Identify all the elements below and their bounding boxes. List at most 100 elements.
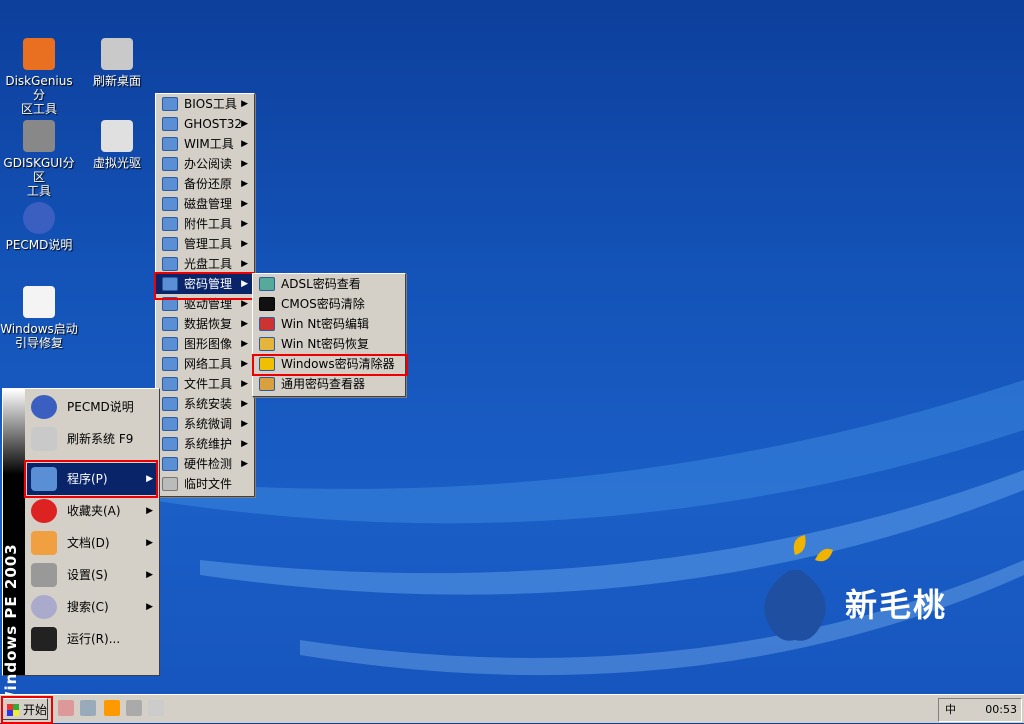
start-item-pecmd[interactable]: PECMD说明 bbox=[27, 391, 157, 423]
quicklaunch-icon-1[interactable] bbox=[58, 700, 74, 716]
arrow-right-icon: ▶ bbox=[146, 538, 153, 548]
menu-item-password[interactable]: 密码管理 ▶ bbox=[156, 274, 254, 294]
virtual-drive-icon bbox=[101, 120, 133, 152]
arrow-right-icon: ▶ bbox=[146, 506, 153, 516]
desktop-icon-virtual-drive[interactable]: 虚拟光驱 bbox=[78, 120, 156, 170]
quicklaunch-icon-2[interactable] bbox=[80, 700, 96, 716]
desktop-icon-boot-repair[interactable]: Windows启动 引导修复 bbox=[0, 286, 78, 350]
start-item-refresh[interactable]: 刷新系统 F9 bbox=[27, 423, 157, 455]
desktop-icon-diskgenius[interactable]: DiskGenius分 区工具 bbox=[0, 38, 78, 116]
arrow-right-icon: ▶ bbox=[241, 459, 248, 469]
folder-icon bbox=[162, 437, 178, 451]
heart-icon bbox=[31, 499, 57, 523]
folder-icon bbox=[162, 117, 178, 131]
desktop-icon-refresh[interactable]: 刷新桌面 bbox=[78, 38, 156, 88]
arrow-right-icon: ▶ bbox=[241, 419, 248, 429]
folder-icon bbox=[162, 237, 178, 251]
help-icon bbox=[31, 395, 57, 419]
start-item-favorites[interactable]: 收藏夹(A) ▶ bbox=[27, 495, 157, 527]
menu-item-bios[interactable]: BIOS工具 ▶ bbox=[156, 94, 254, 114]
desktop-icon-label: 虚拟光驱 bbox=[92, 156, 141, 170]
desktop-icon-label: DiskGenius分 区工具 bbox=[5, 74, 73, 116]
folder-icon bbox=[162, 377, 178, 391]
system-tray: 中 00:53 bbox=[938, 698, 1022, 722]
key-icon bbox=[259, 337, 275, 351]
boot-repair-icon bbox=[23, 286, 55, 318]
menu-item-file[interactable]: 文件工具 ▶ bbox=[156, 374, 254, 394]
arrow-right-icon: ▶ bbox=[241, 219, 248, 229]
menu-item-network[interactable]: 网络工具 ▶ bbox=[156, 354, 254, 374]
arrow-right-icon: ▶ bbox=[146, 602, 153, 612]
windows-logo-icon bbox=[7, 704, 19, 716]
clock: 00:53 bbox=[985, 703, 1017, 716]
folder-icon bbox=[162, 417, 178, 431]
menu-item-backup[interactable]: 备份还原 ▶ bbox=[156, 174, 254, 194]
start-item-run[interactable]: 运行(R)... bbox=[27, 623, 157, 655]
menu-item-cd[interactable]: 光盘工具 ▶ bbox=[156, 254, 254, 274]
folder-icon bbox=[162, 317, 178, 331]
menu-item-recovery[interactable]: 数据恢复 ▶ bbox=[156, 314, 254, 334]
taskbar: 开始 中 00:53 bbox=[0, 694, 1024, 723]
help-icon bbox=[23, 202, 55, 234]
menu-item-graphics[interactable]: 图形图像 ▶ bbox=[156, 334, 254, 354]
programs-folder-icon bbox=[31, 467, 57, 491]
arrow-right-icon: ▶ bbox=[241, 319, 248, 329]
menu-item-universal-viewer[interactable]: 通用密码查看器 bbox=[253, 374, 405, 394]
arrow-right-icon: ▶ bbox=[241, 339, 248, 349]
quicklaunch-icon-5[interactable] bbox=[148, 700, 164, 716]
run-icon bbox=[31, 627, 57, 651]
adsl-icon bbox=[259, 277, 275, 291]
menu-item-office[interactable]: 办公阅读 ▶ bbox=[156, 154, 254, 174]
menu-item-accessories[interactable]: 附件工具 ▶ bbox=[156, 214, 254, 234]
arrow-right-icon: ▶ bbox=[241, 379, 248, 389]
eraser-icon bbox=[162, 477, 178, 491]
folder-icon bbox=[162, 397, 178, 411]
menu-item-windows-password-clear[interactable]: Windows密码清除器 bbox=[253, 354, 405, 374]
documents-icon bbox=[31, 531, 57, 555]
start-item-documents[interactable]: 文档(D) ▶ bbox=[27, 527, 157, 559]
diskgenius-icon bbox=[23, 38, 55, 70]
folder-icon bbox=[162, 257, 178, 271]
arrow-right-icon: ▶ bbox=[241, 439, 248, 449]
settings-icon bbox=[31, 563, 57, 587]
arrow-right-icon: ▶ bbox=[146, 570, 153, 580]
arrow-right-icon: ▶ bbox=[241, 279, 248, 289]
menu-item-disk[interactable]: 磁盘管理 ▶ bbox=[156, 194, 254, 214]
desktop-icon-pecmd[interactable]: PECMD说明 bbox=[0, 202, 78, 252]
menu-item-wim[interactable]: WIM工具 ▶ bbox=[156, 134, 254, 154]
desktop-icon-gdisk[interactable]: GDISKGUI分区 工具 bbox=[0, 120, 78, 198]
menu-item-ghost32[interactable]: GHOST32 ▶ bbox=[156, 114, 254, 134]
menu-item-nt-recover[interactable]: Win Nt密码恢复 bbox=[253, 334, 405, 354]
quicklaunch-icon-4[interactable] bbox=[126, 700, 142, 716]
console-icon bbox=[259, 297, 275, 311]
menu-item-install[interactable]: 系统安装 ▶ bbox=[156, 394, 254, 414]
folder-icon bbox=[162, 137, 178, 151]
start-button[interactable]: 开始 bbox=[2, 698, 48, 720]
menu-item-hardware[interactable]: 硬件检测 ▶ bbox=[156, 454, 254, 474]
user-key-icon bbox=[259, 377, 275, 391]
start-item-settings[interactable]: 设置(S) ▶ bbox=[27, 559, 157, 591]
folder-icon bbox=[162, 217, 178, 231]
menu-item-temp-files[interactable]: 临时文件 bbox=[156, 474, 254, 494]
menu-item-adsl[interactable]: ADSL密码查看 bbox=[253, 274, 405, 294]
menu-item-maintenance[interactable]: 系统维护 ▶ bbox=[156, 434, 254, 454]
arrow-right-icon: ▶ bbox=[241, 259, 248, 269]
arrow-right-icon: ▶ bbox=[241, 179, 248, 189]
start-menu-side-band: Windows PE 2003 bbox=[2, 389, 25, 708]
gdisk-icon bbox=[23, 120, 55, 152]
menu-item-nt-edit[interactable]: Win Nt密码编辑 bbox=[253, 314, 405, 334]
menu-item-cmos[interactable]: CMOS密码清除 bbox=[253, 294, 405, 314]
ime-indicator[interactable]: 中 bbox=[945, 703, 956, 716]
menu-item-tweak[interactable]: 系统微调 ▶ bbox=[156, 414, 254, 434]
desktop-icon-label: 刷新桌面 bbox=[92, 74, 141, 88]
start-item-search[interactable]: 搜索(C) ▶ bbox=[27, 591, 157, 623]
programs-menu: BIOS工具 ▶ GHOST32 ▶ WIM工具 ▶ 办公阅读 ▶ 备份还原 ▶ 磁盘管理… bbox=[155, 93, 255, 497]
search-icon bbox=[31, 595, 57, 619]
menu-item-driver[interactable]: 驱动管理 ▶ bbox=[156, 294, 254, 314]
folder-icon bbox=[162, 337, 178, 351]
refresh-desktop-icon bbox=[101, 38, 133, 70]
menu-item-admin[interactable]: 管理工具 ▶ bbox=[156, 234, 254, 254]
start-item-programs[interactable]: 程序(P) ▶ bbox=[27, 463, 157, 495]
arrow-right-icon: ▶ bbox=[241, 159, 248, 169]
quicklaunch-icon-3[interactable] bbox=[104, 700, 120, 716]
